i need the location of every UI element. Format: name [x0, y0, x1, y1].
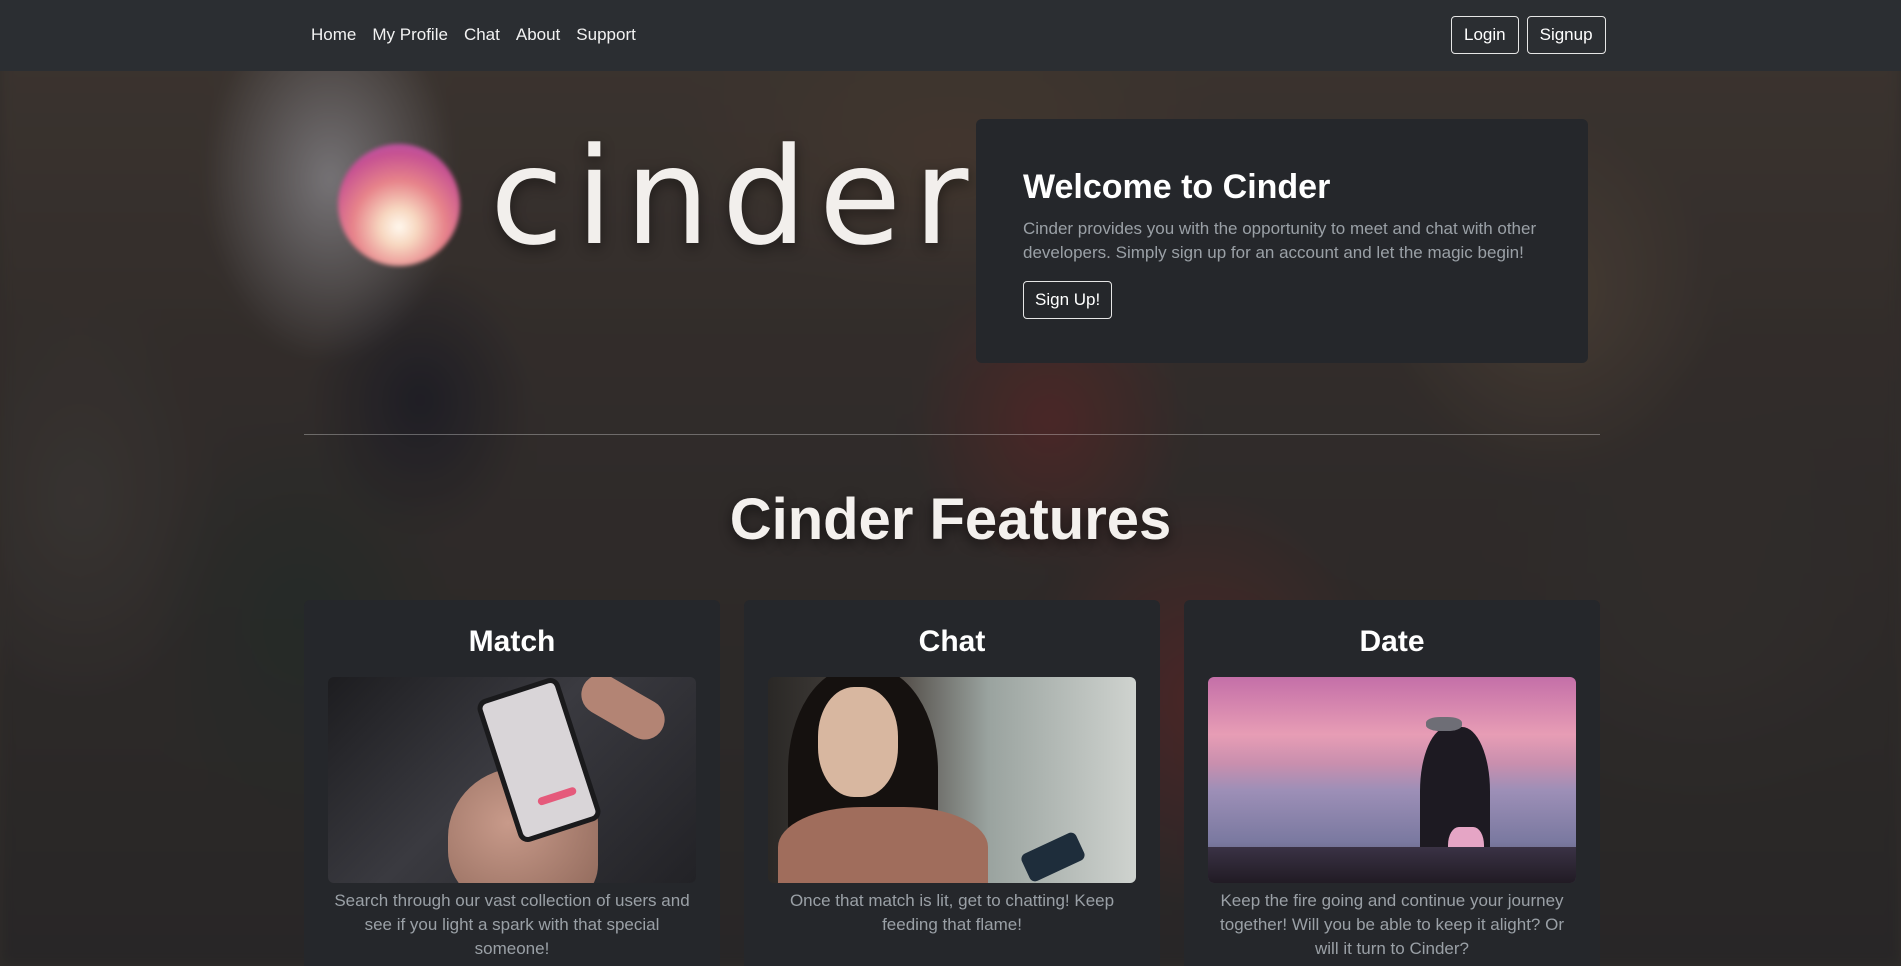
- feature-card-date: Date Keep the fire going and continue yo…: [1184, 600, 1600, 966]
- chat-photo: [768, 677, 1136, 883]
- welcome-signup-button[interactable]: Sign Up!: [1023, 281, 1113, 319]
- nav-about-link[interactable]: About: [516, 23, 560, 47]
- feature-card-chat: Chat Once that match is lit, get to chat…: [744, 600, 1160, 966]
- nav-my-profile-link[interactable]: My Profile: [372, 23, 448, 47]
- nav-home-link[interactable]: Home: [311, 23, 356, 47]
- welcome-title: Welcome to Cinder: [1023, 168, 1331, 206]
- nav-chat-link[interactable]: Chat: [464, 23, 500, 47]
- navbar: Home My Profile Chat About Support Login…: [0, 0, 1901, 71]
- feature-card-text: Keep the fire going and continue your jo…: [1220, 891, 1564, 958]
- match-photo: [328, 677, 696, 883]
- feature-card-title: Match: [468, 625, 556, 658]
- signup-button[interactable]: Signup: [1526, 16, 1606, 54]
- feature-card-text: Once that match is lit, get to chatting!…: [789, 891, 1115, 934]
- feature-card-match: Match Search through our vast collection…: [304, 600, 720, 966]
- logo-flame-icon: [338, 144, 460, 266]
- feature-card-text: Search through our vast collection of us…: [334, 891, 690, 958]
- welcome-card: Welcome to Cinder Cinder provides you wi…: [976, 119, 1588, 363]
- login-button[interactable]: Login: [1451, 16, 1519, 54]
- feature-card-title: Chat: [918, 625, 986, 658]
- feature-cards: Match Search through our vast collection…: [304, 600, 1600, 966]
- features-title: Cinder Features: [729, 487, 1172, 552]
- welcome-text: Cinder provides you with the opportunity…: [1023, 219, 1537, 262]
- logo-wordmark: cinder: [490, 119, 981, 275]
- feature-card-title: Date: [1359, 625, 1425, 658]
- nav-actions: Login Signup: [1451, 16, 1606, 54]
- date-photo: [1208, 677, 1576, 883]
- nav-links: Home My Profile Chat About Support: [311, 23, 636, 47]
- nav-support-link[interactable]: Support: [576, 23, 636, 47]
- section-divider: [304, 434, 1600, 435]
